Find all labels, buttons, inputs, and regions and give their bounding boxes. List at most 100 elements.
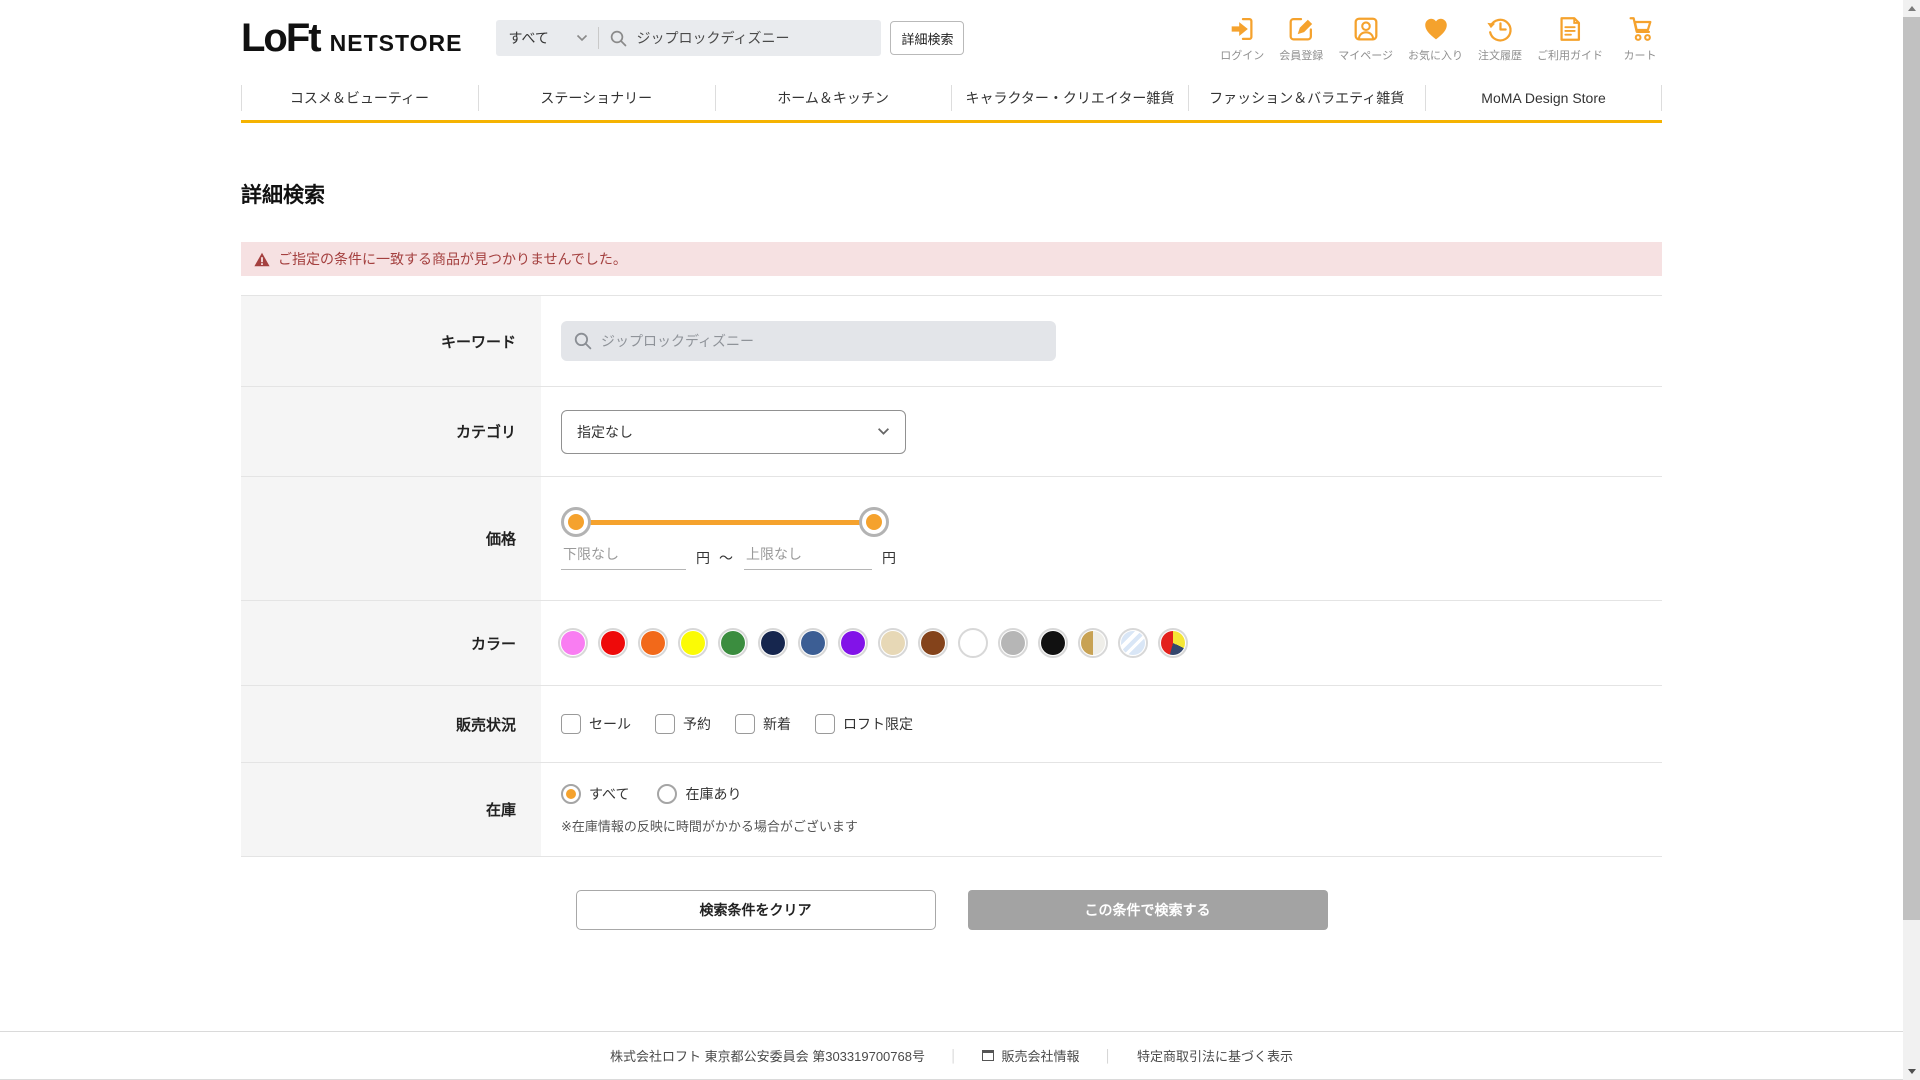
category-label: カテゴリ bbox=[241, 387, 541, 476]
no-results-alert: ご指定の条件に一致する商品が見つかりませんでした。 bbox=[241, 242, 1662, 276]
checkbox-box[interactable] bbox=[815, 714, 835, 734]
scrollbar[interactable] bbox=[1903, 0, 1920, 1080]
color-swatch-multicolor[interactable] bbox=[1161, 631, 1185, 655]
header-search-bar: すべて ジップロックディズニー bbox=[496, 20, 881, 56]
favorites-label: お気に入り bbox=[1408, 47, 1463, 63]
nav-item-cosme[interactable]: コスメ＆ビューティー bbox=[241, 76, 478, 120]
category-row: カテゴリ 指定なし bbox=[241, 386, 1662, 476]
page: LoFt NETSTORE すべて ジップロックディズニー 詳細検索 bbox=[0, 0, 1903, 1080]
color-swatch-navy[interactable] bbox=[761, 631, 785, 655]
keyword-input[interactable]: ジップロックディズニー bbox=[561, 321, 1056, 361]
footer-link-label: 特定商取引法に基づく表示 bbox=[1137, 1046, 1293, 1065]
scrollbar-thumb[interactable] bbox=[1903, 17, 1920, 920]
nav-item-moma[interactable]: MoMA Design Store bbox=[1425, 76, 1662, 120]
clear-conditions-button[interactable]: 検索条件をクリア bbox=[576, 890, 936, 930]
favorites-link[interactable]: お気に入り bbox=[1408, 14, 1463, 63]
checkbox-box[interactable] bbox=[561, 714, 581, 734]
color-swatch-white[interactable] bbox=[961, 631, 985, 655]
price-max-handle[interactable] bbox=[859, 507, 889, 537]
cart-link[interactable]: カート bbox=[1618, 14, 1662, 63]
register-icon bbox=[1286, 14, 1316, 44]
color-swatch-orange[interactable] bbox=[641, 631, 665, 655]
register-label: 会員登録 bbox=[1279, 47, 1323, 63]
login-label: ログイン bbox=[1220, 47, 1264, 63]
footer-link-tokushoho[interactable]: 特定商取引法に基づく表示 bbox=[1137, 1046, 1293, 1065]
checkbox-box[interactable] bbox=[655, 714, 675, 734]
radio-stock-all[interactable]: すべて bbox=[561, 784, 629, 804]
color-swatch-gray[interactable] bbox=[1001, 631, 1025, 655]
checkbox-loft-limited[interactable]: ロフト限定 bbox=[815, 714, 913, 734]
main-navigation: コスメ＆ビューティー ステーショナリー ホーム＆キッチン キャラクター・クリエイ… bbox=[241, 76, 1662, 123]
radio-stock-in-stock[interactable]: 在庫あり bbox=[657, 784, 741, 804]
scrollbar-up-arrow[interactable] bbox=[1903, 0, 1920, 17]
color-swatches bbox=[561, 631, 1662, 655]
price-max-input[interactable] bbox=[744, 546, 872, 570]
header-search-input[interactable]: ジップロックディズニー bbox=[599, 20, 881, 56]
keyword-row: キーワード ジップロックディズニー bbox=[241, 295, 1662, 386]
footer-link-seller-info[interactable]: 販売会社情報 bbox=[982, 1046, 1079, 1065]
checkbox-label: 新着 bbox=[763, 714, 791, 734]
login-link[interactable]: ログイン bbox=[1220, 14, 1264, 63]
color-swatch-purple[interactable] bbox=[841, 631, 865, 655]
color-swatch-yellow[interactable] bbox=[681, 631, 705, 655]
color-swatch-gold-silver[interactable] bbox=[1081, 631, 1105, 655]
color-swatch-blue[interactable] bbox=[801, 631, 825, 655]
stock-options: すべて 在庫あり bbox=[561, 784, 1662, 804]
color-swatch-black[interactable] bbox=[1041, 631, 1065, 655]
no-results-message: ご指定の条件に一致する商品が見つかりませんでした。 bbox=[278, 249, 627, 269]
checkbox-new[interactable]: 新着 bbox=[735, 714, 791, 734]
detail-search-button[interactable]: 詳細検索 bbox=[890, 21, 964, 55]
logo-loft-text: LoFt bbox=[241, 18, 320, 58]
radio-circle[interactable] bbox=[561, 784, 581, 804]
header-search-query: ジップロックディズニー bbox=[636, 28, 789, 48]
color-swatch-beige[interactable] bbox=[881, 631, 905, 655]
nav-item-fashion[interactable]: ファッション＆バラエティ雑貨 bbox=[1188, 76, 1425, 120]
price-min-handle[interactable] bbox=[561, 507, 591, 537]
loft-logo[interactable]: LoFt NETSTORE bbox=[241, 18, 462, 58]
guide-label: ご利用ガイド bbox=[1537, 47, 1603, 63]
category-select[interactable]: 指定なし bbox=[561, 410, 906, 454]
chevron-down-icon bbox=[576, 34, 588, 42]
radio-circle[interactable] bbox=[657, 784, 677, 804]
slider-track[interactable] bbox=[569, 520, 881, 525]
header-quick-links: ログイン 会員登録 マイページ bbox=[1220, 14, 1662, 63]
register-link[interactable]: 会員登録 bbox=[1279, 14, 1323, 63]
color-swatch-red[interactable] bbox=[601, 631, 625, 655]
stock-label: 在庫 bbox=[241, 763, 541, 856]
checkbox-box[interactable] bbox=[735, 714, 755, 734]
keyword-label: キーワード bbox=[241, 296, 541, 386]
sales-status-label: 販売状況 bbox=[241, 686, 541, 762]
search-with-conditions-button[interactable]: この条件で検索する bbox=[968, 890, 1328, 930]
checkbox-reservation[interactable]: 予約 bbox=[655, 714, 711, 734]
price-min-input[interactable] bbox=[561, 546, 686, 570]
guide-link[interactable]: ご利用ガイド bbox=[1537, 14, 1603, 63]
nav-item-home-kitchen[interactable]: ホーム＆キッチン bbox=[715, 76, 952, 120]
nav-item-stationery[interactable]: ステーショナリー bbox=[478, 76, 715, 120]
color-row: カラー bbox=[241, 600, 1662, 685]
price-row: 価格 円 ～ 円 bbox=[241, 476, 1662, 600]
footer-link-label: 販売会社情報 bbox=[1001, 1046, 1079, 1065]
color-swatch-pink[interactable] bbox=[561, 631, 585, 655]
search-icon bbox=[574, 332, 592, 350]
color-swatch-clear[interactable] bbox=[1121, 631, 1145, 655]
checkbox-sale[interactable]: セール bbox=[561, 714, 631, 734]
scrollbar-down-arrow[interactable] bbox=[1903, 1063, 1920, 1080]
search-form: キーワード ジップロックディズニー カテゴリ 指定なし bbox=[241, 295, 1662, 857]
price-label: 価格 bbox=[241, 477, 541, 600]
order-history-link[interactable]: 注文履歴 bbox=[1478, 14, 1522, 63]
mypage-icon bbox=[1351, 14, 1381, 44]
sales-status-row: 販売状況 セール 予約 新着 bbox=[241, 685, 1662, 762]
checkbox-label: セール bbox=[589, 714, 631, 734]
mypage-link[interactable]: マイページ bbox=[1338, 14, 1393, 63]
nav-item-character[interactable]: キャラクター・クリエイター雑貨 bbox=[951, 76, 1188, 120]
keyword-value: ジップロックディズニー bbox=[601, 331, 754, 351]
color-swatch-brown[interactable] bbox=[921, 631, 945, 655]
color-swatch-green[interactable] bbox=[721, 631, 745, 655]
chevron-down-icon bbox=[877, 427, 890, 436]
cart-icon bbox=[1625, 14, 1655, 44]
radio-label: すべて bbox=[589, 784, 629, 804]
search-category-value: すべて bbox=[508, 28, 548, 48]
price-separator: ～ bbox=[719, 548, 733, 568]
search-category-select[interactable]: すべて bbox=[496, 20, 598, 56]
favorites-heart-icon bbox=[1421, 14, 1451, 44]
